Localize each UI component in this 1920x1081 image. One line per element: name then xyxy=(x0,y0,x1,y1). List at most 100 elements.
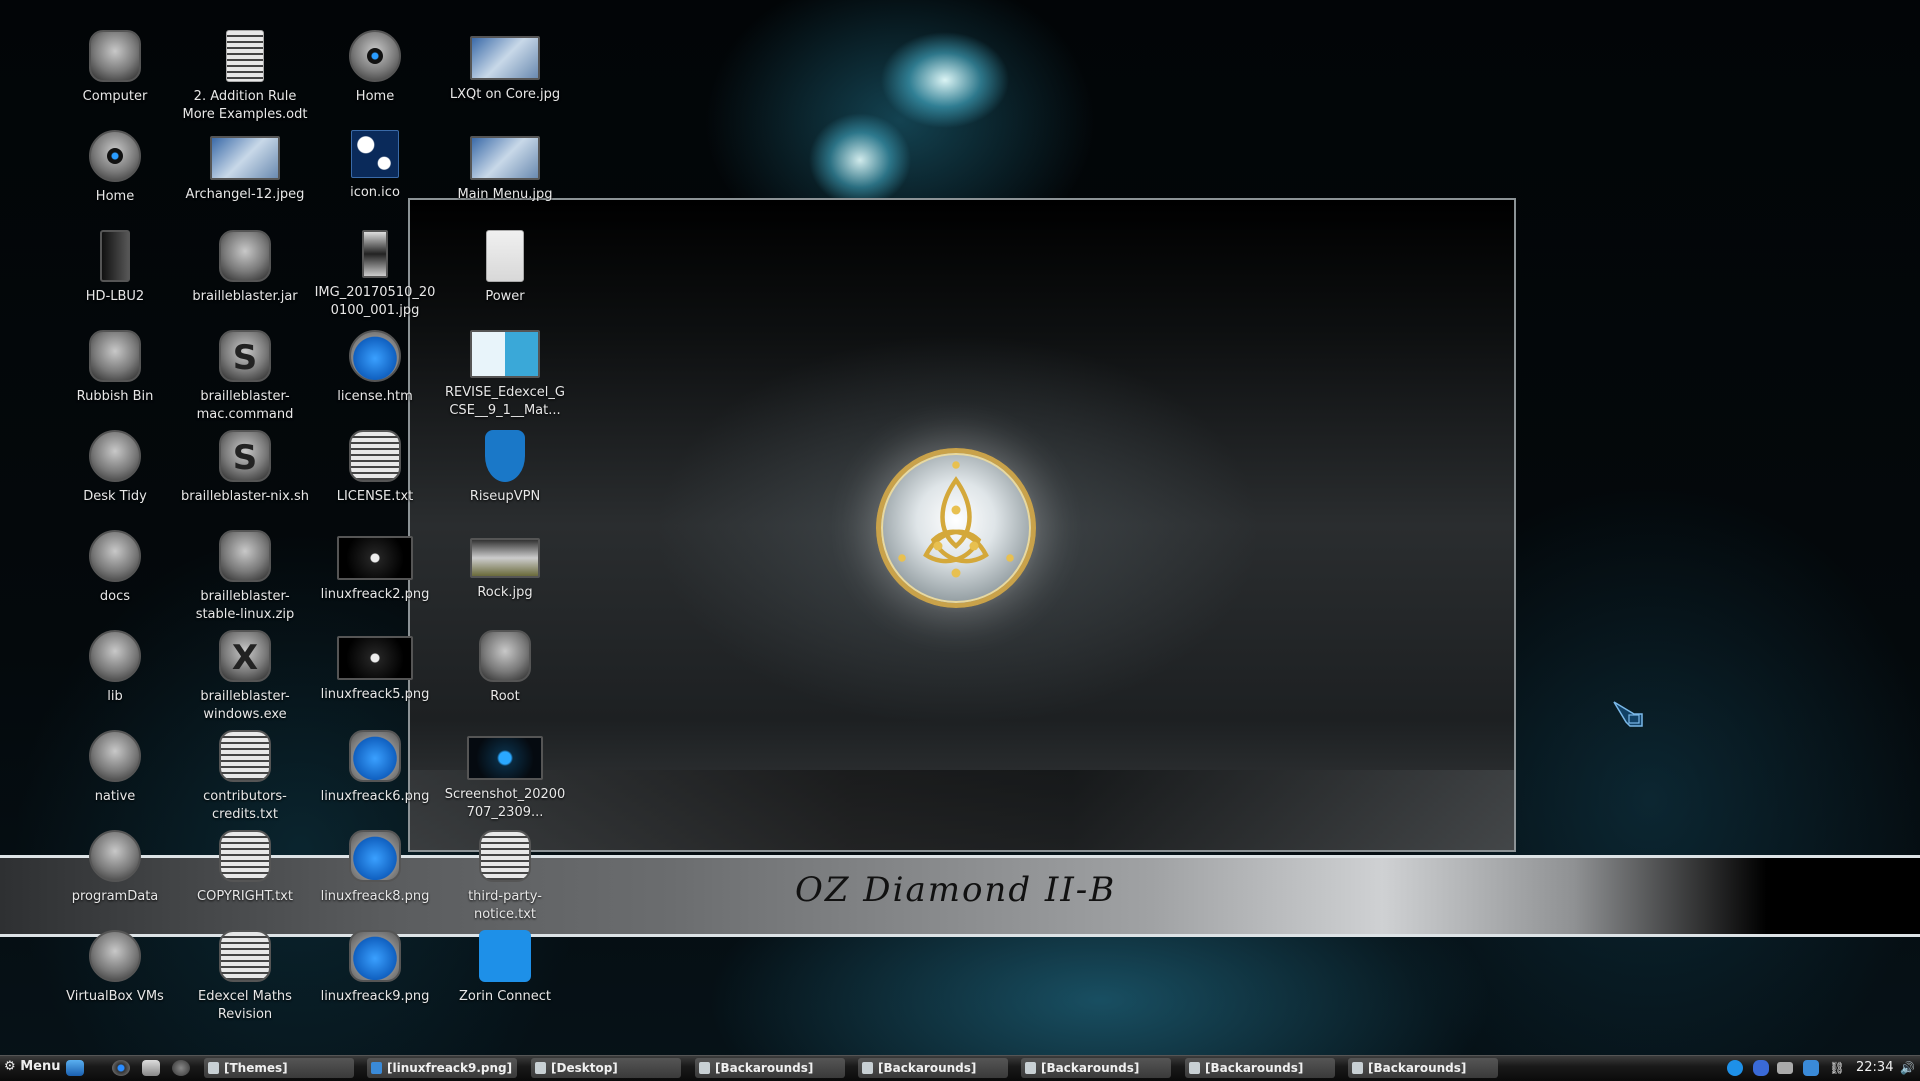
vpn-tray-icon[interactable] xyxy=(1803,1060,1819,1076)
desktop-icon[interactable]: REVISE_Edexcel_GCSE__9_1__Mat... xyxy=(441,330,569,420)
desktop-icon[interactable]: COPYRIGHT.txt xyxy=(181,830,309,906)
desktop-icon[interactable]: Screenshot_20200707_2309... xyxy=(441,730,569,822)
taskbar-task-button[interactable]: [linuxfreack9.png] xyxy=(367,1058,517,1078)
desktop-icon[interactable]: IMG_20170510_200100_001.jpg xyxy=(311,230,439,320)
image-thumbnail-icon xyxy=(337,636,413,680)
desktop-icon-label: Computer xyxy=(82,89,148,104)
desktop-icon-label: Zorin Connect xyxy=(459,989,551,1004)
desktop-icon[interactable]: Rubbish Bin xyxy=(51,330,179,406)
file-manager-icon[interactable] xyxy=(66,1060,84,1076)
desktop-icon[interactable]: Rock.jpg xyxy=(441,530,569,602)
desktop-icon-label: Desk Tidy xyxy=(83,489,147,504)
desktop-icon[interactable]: Root xyxy=(441,630,569,706)
folder-icon xyxy=(89,830,141,882)
desktop-icon-label: Power xyxy=(485,289,525,304)
taskbar-task-button[interactable]: [Backarounds] xyxy=(858,1058,1008,1078)
taskbar-task-button[interactable]: [Backarounds] xyxy=(1185,1058,1335,1078)
desktop-icon[interactable]: third-party-notice.txt xyxy=(441,830,569,924)
desktop-icon[interactable]: Home xyxy=(51,130,179,206)
desktop-icon[interactable]: Computer xyxy=(51,30,179,106)
taskbar-task-label: [Backarounds] xyxy=(1041,1061,1140,1075)
desktop-icon-label: COPYRIGHT.txt xyxy=(197,889,293,904)
desktop-icon-label: programData xyxy=(71,889,159,904)
desktop-icon[interactable]: docs xyxy=(51,530,179,606)
desktop-icon[interactable]: Desk Tidy xyxy=(51,430,179,506)
folder-icon xyxy=(89,430,141,482)
desktop-icon[interactable]: brailleblaster-mac.command xyxy=(181,330,309,424)
desktop-icon-label: brailleblaster.jar xyxy=(192,289,298,304)
taskbar-task-button[interactable]: [Backarounds] xyxy=(1021,1058,1171,1078)
desktop-icon[interactable]: linuxfreack5.png xyxy=(311,630,439,704)
folder-icon[interactable] xyxy=(172,1060,190,1076)
desktop-icon[interactable]: Archangel-12.jpeg xyxy=(181,130,309,204)
desktop-icon[interactable]: Main Menu.jpg xyxy=(441,130,569,204)
desktop-icon[interactable]: Zorin Connect xyxy=(441,930,569,1006)
desktop-icon-label: linuxfreack5.png xyxy=(320,687,430,702)
desktop-icon[interactable]: linuxfreack9.png xyxy=(311,930,439,1006)
desktop-icon[interactable]: LICENSE.txt xyxy=(311,430,439,506)
desktop-icon-label: Rubbish Bin xyxy=(76,389,154,404)
clock[interactable]: 22:34 xyxy=(1856,1060,1893,1075)
gear-icon: ⚙ xyxy=(4,1059,16,1074)
desktop-icon-label: linuxfreack2.png xyxy=(320,587,430,602)
image-viewer-icon xyxy=(371,1062,382,1074)
image-thumbnail-icon xyxy=(337,536,413,580)
taskbar-task-button[interactable]: [Desktop] xyxy=(531,1058,681,1078)
image-file-icon xyxy=(349,730,401,782)
desktop-icon[interactable]: Home xyxy=(311,30,439,106)
script-icon xyxy=(219,330,271,382)
desktop-icon[interactable]: Power xyxy=(441,230,569,306)
desktop-icon[interactable]: native xyxy=(51,730,179,806)
pdf-thumbnail-icon xyxy=(470,330,540,378)
folder-icon xyxy=(208,1062,219,1074)
desktop-icon[interactable]: LXQt on Core.jpg xyxy=(441,30,569,104)
taskbar-task-button[interactable]: [Backarounds] xyxy=(695,1058,845,1078)
desktop-icon[interactable]: linuxfreack6.png xyxy=(311,730,439,806)
update-icon[interactable] xyxy=(1727,1060,1743,1076)
desktop-icon[interactable]: linuxfreack2.png xyxy=(311,530,439,604)
desktop-icon[interactable]: VirtualBox VMs xyxy=(51,930,179,1006)
triquetra-emblem xyxy=(876,448,1036,608)
desktop-icon[interactable]: lib xyxy=(51,630,179,706)
computer-icon xyxy=(89,30,141,82)
desktop-icon[interactable]: brailleblaster.jar xyxy=(181,230,309,306)
desktop-icon-label: Root xyxy=(490,689,520,704)
desktop-icon-label: linuxfreack6.png xyxy=(320,789,430,804)
vpn-icon xyxy=(485,430,525,482)
storage-icon[interactable] xyxy=(1777,1062,1793,1074)
network-icon[interactable]: ⛓ xyxy=(1829,1060,1845,1076)
desktop-icon-label: license.htm xyxy=(337,389,413,404)
desktop-icon[interactable]: programData xyxy=(51,830,179,906)
desktop-icon[interactable]: 2. Addition Rule More Examples.odt xyxy=(181,30,309,124)
desktop-icon[interactable]: license.htm xyxy=(311,330,439,406)
taskbar-task-button[interactable]: [Themes] xyxy=(204,1058,354,1078)
image-thumbnail-icon xyxy=(362,230,388,278)
start-menu-button[interactable]: ⚙ Menu xyxy=(4,1059,60,1074)
desktop-icon[interactable]: RiseupVPN xyxy=(441,430,569,506)
taskbar-task-button[interactable]: [Backarounds] xyxy=(1348,1058,1498,1078)
bluetooth-icon[interactable] xyxy=(1753,1060,1769,1076)
folder-icon xyxy=(89,630,141,682)
terminal-icon[interactable] xyxy=(142,1060,160,1076)
desktop-icon[interactable]: contributors-credits.txt xyxy=(181,730,309,824)
desktop-icon-label: Edexcel Maths Revision xyxy=(198,989,292,1022)
folder-icon xyxy=(862,1062,873,1074)
folder-icon xyxy=(1025,1062,1036,1074)
desktop-icon[interactable]: brailleblaster-windows.exe xyxy=(181,630,309,724)
desktop-icon[interactable]: Edexcel Maths Revision xyxy=(181,930,309,1024)
desktop-icon-label: Archangel-12.jpeg xyxy=(185,187,305,202)
desktop-icon[interactable]: brailleblaster-nix.sh xyxy=(181,430,309,506)
desktop-icon[interactable]: linuxfreack8.png xyxy=(311,830,439,906)
desktop-icon-label: contributors-credits.txt xyxy=(203,789,287,822)
desktop-icon-label: Home xyxy=(355,89,395,104)
desktop-icon[interactable]: brailleblaster-stable-linux.zip xyxy=(181,530,309,624)
desktop-icon-label: linuxfreack8.png xyxy=(320,889,430,904)
desktop-icon[interactable]: HD-LBU2 xyxy=(51,230,179,306)
webcam-icon[interactable] xyxy=(112,1060,130,1076)
desktop-icon-label: IMG_20170510_200100_001.jpg xyxy=(314,285,436,318)
desktop-icon-label: LICENSE.txt xyxy=(336,489,414,504)
taskbar-task-label: [Desktop] xyxy=(551,1061,618,1075)
volume-icon[interactable]: 🔊 xyxy=(1900,1060,1916,1076)
desktop-icon[interactable]: icon.ico xyxy=(311,130,439,202)
desktop-icon-label: Home xyxy=(95,189,135,204)
